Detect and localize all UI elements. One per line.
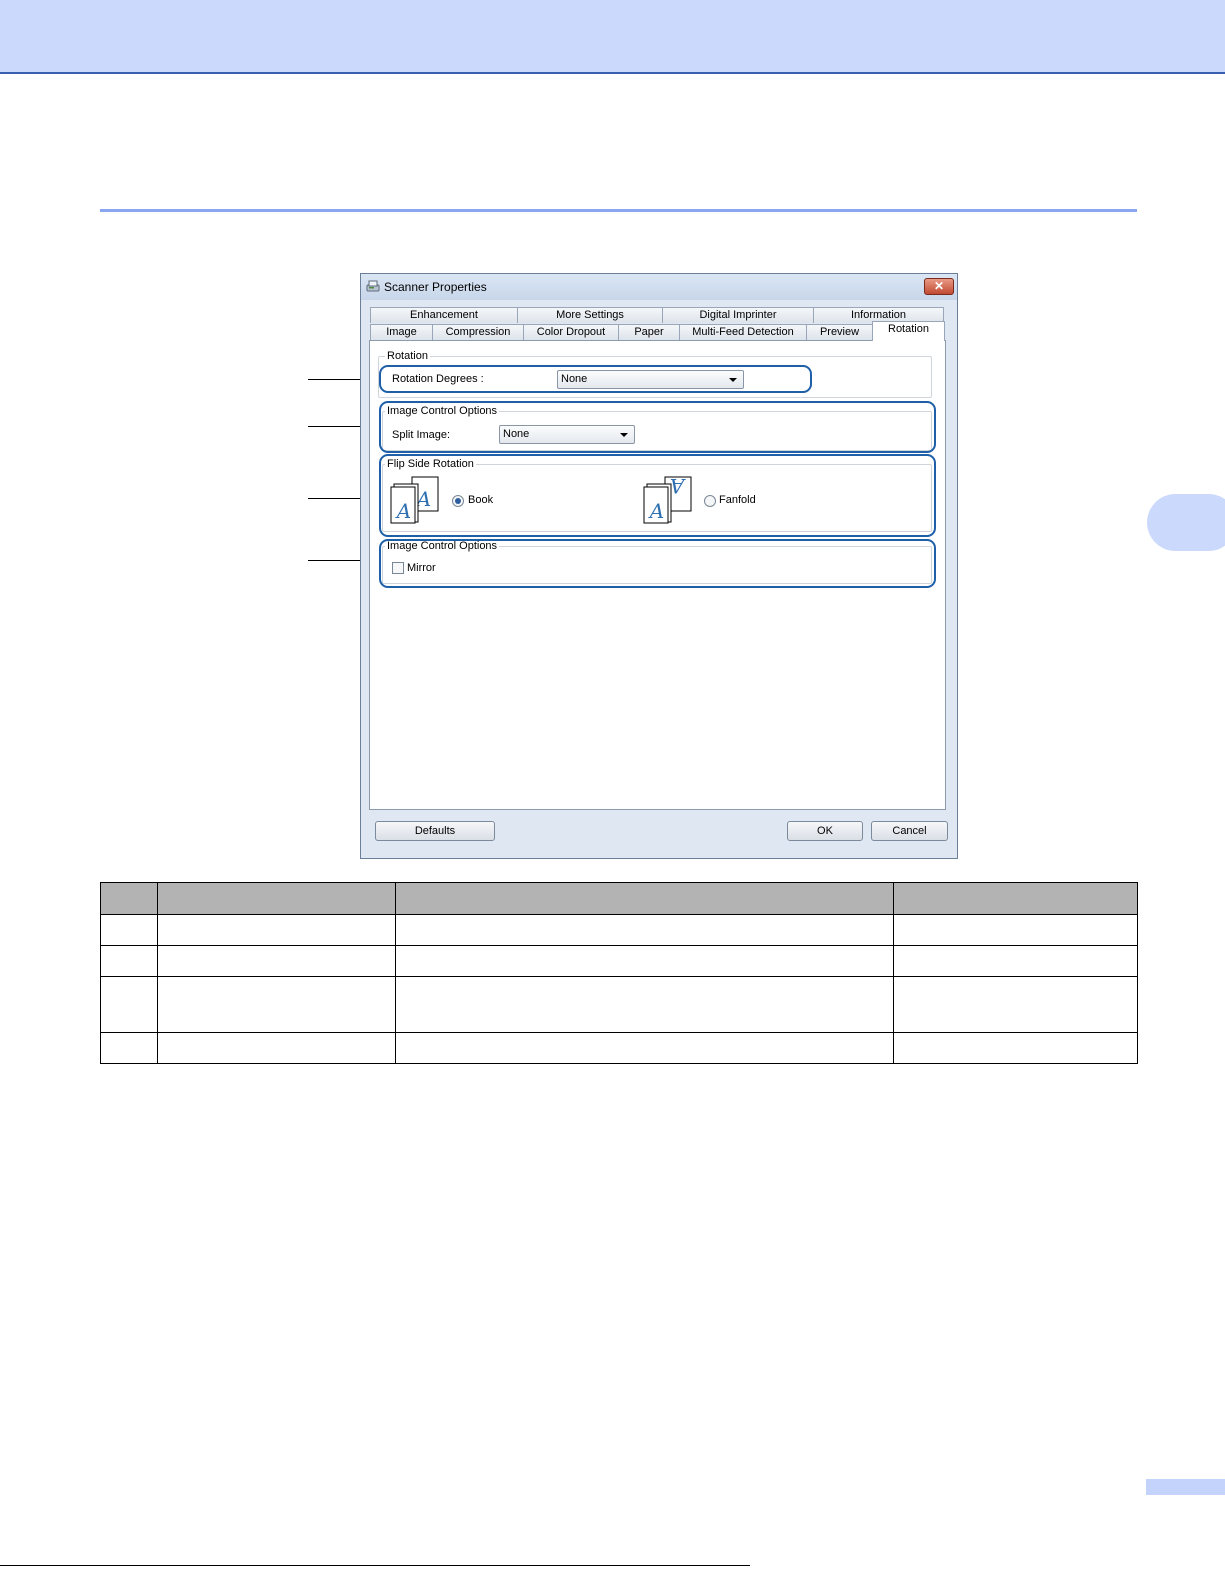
tab-digital-imprinter[interactable]: Digital Imprinter [662, 307, 814, 323]
table-row [100, 1032, 1138, 1064]
tab-paper[interactable]: Paper [618, 324, 680, 340]
page-number-tab [1146, 1479, 1225, 1495]
settings-table [100, 882, 1138, 1064]
scanner-icon [366, 279, 380, 293]
tab-rotation[interactable]: Rotation [872, 321, 945, 341]
dialog-title: Scanner Properties [384, 280, 487, 294]
book-radio[interactable] [452, 495, 464, 507]
chevron-down-icon [729, 378, 737, 382]
svg-text:A: A [648, 499, 664, 523]
table-row [100, 976, 1138, 1033]
rotation-tab-panel: Rotation Rotation Degrees : None Image C… [369, 340, 946, 810]
table-header-cell [893, 882, 1138, 915]
close-icon: ✕ [933, 279, 945, 293]
ok-button[interactable]: OK [787, 821, 863, 841]
close-button[interactable]: ✕ [924, 278, 954, 295]
fanfold-radio[interactable] [704, 495, 716, 507]
book-orientation-icon: A A [390, 476, 440, 527]
tab-preview[interactable]: Preview [806, 324, 873, 340]
cancel-button[interactable]: Cancel [871, 821, 948, 841]
page-header-band [0, 0, 1225, 74]
tab-image[interactable]: Image [370, 324, 433, 340]
chevron-down-icon [620, 433, 628, 437]
svg-text:A: A [395, 499, 411, 523]
table-header-row [100, 882, 1138, 915]
tab-multi-feed-detection[interactable]: Multi-Feed Detection [679, 324, 807, 340]
tab-color-dropout[interactable]: Color Dropout [523, 324, 619, 340]
rotation-degrees-value: None [561, 373, 588, 385]
table-header-cell [156, 882, 396, 915]
table-row [100, 945, 1138, 977]
rotation-degrees-label: Rotation Degrees : [392, 373, 484, 385]
dialog-title-bar: Scanner Properties ✕ [361, 274, 957, 300]
tab-compression[interactable]: Compression [432, 324, 524, 340]
chapter-side-tab [1147, 494, 1225, 551]
defaults-button[interactable]: Defaults [375, 821, 495, 841]
rotation-group-legend: Rotation [385, 349, 430, 363]
split-image-label: Split Image: [392, 429, 451, 441]
tab-more-settings[interactable]: More Settings [517, 307, 663, 323]
book-radio-label: Book [468, 494, 494, 506]
table-header-cell [394, 882, 895, 915]
tab-enhancement[interactable]: Enhancement [370, 307, 518, 323]
svg-text:A: A [670, 476, 686, 498]
rotation-degrees-select[interactable]: None [557, 370, 744, 389]
mirror-checkbox-label: Mirror [407, 562, 436, 574]
table-header-cell [100, 882, 158, 915]
section-divider [100, 209, 1137, 212]
callout-box-4 [379, 539, 936, 588]
fanfold-radio-label: Fanfold [719, 494, 756, 506]
mirror-checkbox[interactable] [392, 562, 404, 574]
split-image-select[interactable]: None [499, 425, 635, 444]
split-image-value: None [503, 428, 530, 440]
footer-rule [0, 1565, 750, 1566]
callout-box-2 [379, 401, 936, 453]
scanner-properties-dialog: Scanner Properties ✕ Enhancement More Se… [360, 273, 958, 859]
fanfold-orientation-icon: A A [643, 474, 693, 527]
table-row [100, 914, 1138, 946]
